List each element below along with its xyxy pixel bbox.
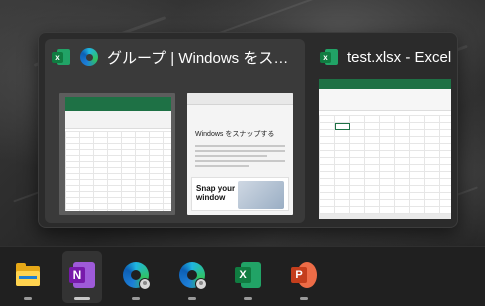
excel-icon: X xyxy=(235,262,261,288)
folder-icon xyxy=(15,262,41,288)
running-indicator xyxy=(300,297,308,300)
excel-window-title: test.xlsx - Excel xyxy=(347,48,452,66)
running-indicator xyxy=(244,297,252,300)
promo-line-2: window xyxy=(196,193,226,202)
taskbar-onenote[interactable]: N xyxy=(62,251,102,303)
running-indicator xyxy=(188,297,196,300)
edge-window-thumbnail[interactable]: Windows をスナップする Snap your window xyxy=(187,93,293,215)
edge-icon xyxy=(79,47,99,67)
snap-group-title: グループ | Windows をスナップする - 個人用 - Microsoft… xyxy=(107,49,293,67)
snap-group-card[interactable]: x グループ | Windows をスナップする - 個人用 - Microso… xyxy=(45,39,305,223)
onenote-icon: N xyxy=(69,262,95,288)
taskbar-file-explorer[interactable] xyxy=(8,251,48,303)
edge-page-heading: Windows をスナップする xyxy=(195,131,275,138)
taskbar-excel[interactable]: X xyxy=(228,251,268,303)
snap-promo-banner: Snap your window xyxy=(191,177,289,211)
running-indicator xyxy=(24,297,32,300)
edge-page-text xyxy=(195,145,285,170)
taskbar: N X P xyxy=(0,246,485,306)
excel-window-header: x test.xlsx - Excel xyxy=(319,46,463,68)
profile-icon xyxy=(195,278,207,290)
profile-icon xyxy=(139,278,151,290)
edge-icon xyxy=(179,262,207,290)
taskbar-powerpoint[interactable]: P xyxy=(284,251,324,303)
promo-image xyxy=(238,181,284,209)
powerpoint-icon: P xyxy=(291,262,317,288)
excel-icon: x xyxy=(319,47,339,67)
excel-window-thumbnail[interactable] xyxy=(59,93,175,215)
running-indicator xyxy=(132,297,140,300)
edge-icon xyxy=(123,262,151,290)
taskbar-edge-profile-1[interactable] xyxy=(116,251,156,303)
test-xlsx-window-thumbnail[interactable] xyxy=(319,79,451,219)
snap-group-switcher: x グループ | Windows をスナップする - 個人用 - Microso… xyxy=(38,32,458,228)
selected-cell xyxy=(335,123,350,130)
excel-icon: x xyxy=(51,47,71,67)
taskbar-edge-profile-2[interactable] xyxy=(172,251,212,303)
snap-group-header: x グループ | Windows をスナップする - 個人用 - Microso… xyxy=(51,46,293,68)
promo-line-1: Snap your xyxy=(196,184,236,193)
active-indicator xyxy=(74,297,90,300)
